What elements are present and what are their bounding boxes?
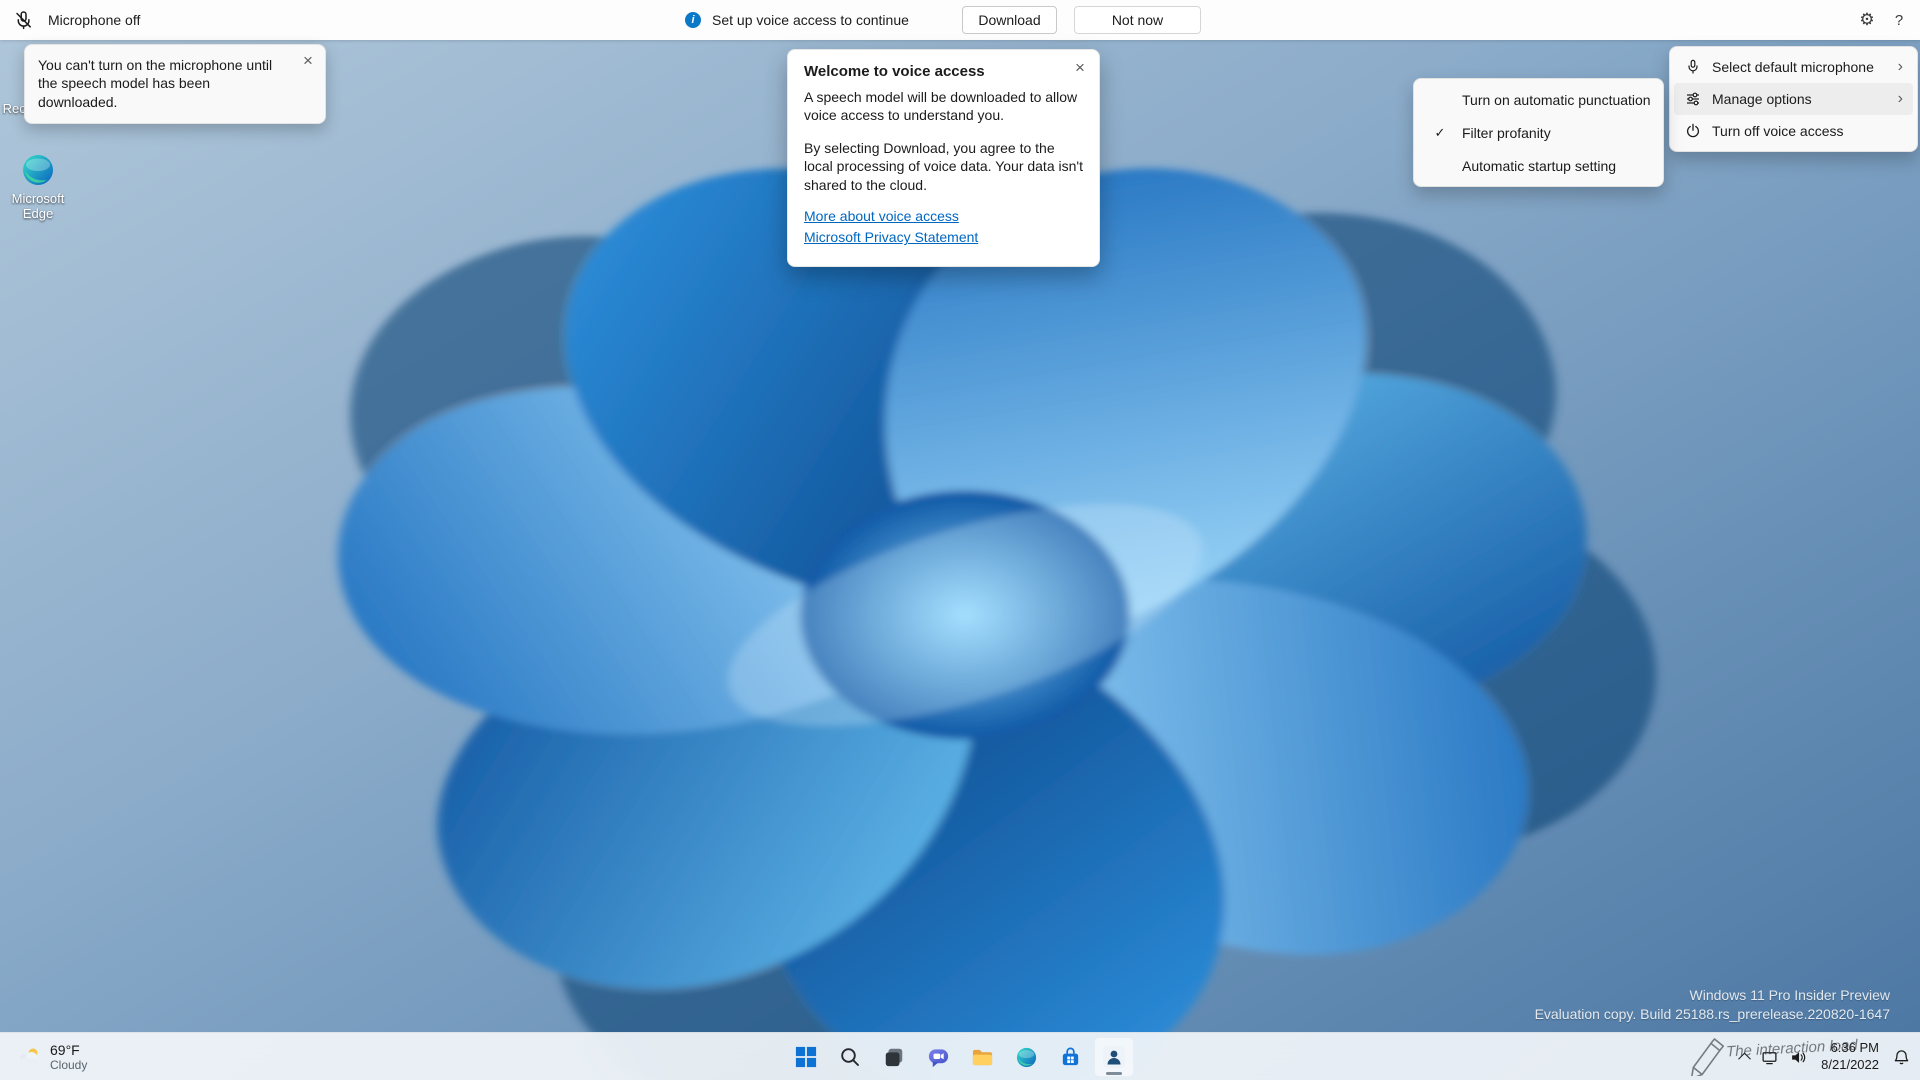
download-button[interactable]: Download <box>962 6 1057 34</box>
submenu-item-automatic-startup[interactable]: Automatic startup setting <box>1418 149 1659 182</box>
dialog-paragraph-2: By selecting Download, you agree to the … <box>804 139 1083 193</box>
start-button[interactable] <box>786 1037 826 1077</box>
voice-access-person-icon <box>1103 1046 1125 1068</box>
weather-temperature: 69°F <box>50 1042 80 1058</box>
watermark-line1: Windows 11 Pro Insider Preview <box>1689 987 1890 1004</box>
submenu-item-label: Automatic startup setting <box>1462 157 1617 174</box>
chat-button[interactable] <box>918 1037 958 1077</box>
task-view-button[interactable] <box>874 1037 914 1077</box>
more-about-voice-access-link[interactable]: More about voice access <box>804 208 1083 224</box>
pencil-sketch-icon <box>1690 1038 1725 1076</box>
info-icon: i <box>685 12 701 28</box>
evaluation-watermark: Windows 11 Pro Insider Preview Evaluatio… <box>1535 986 1890 1024</box>
voice-access-bar: Microphone off i Set up voice access to … <box>0 0 1920 40</box>
submenu-item-label: Filter profanity <box>1462 124 1551 141</box>
microphone-muted-icon[interactable] <box>8 6 38 34</box>
dialog-paragraph-1: A speech model will be downloaded to all… <box>804 89 1078 124</box>
voice-access-app-button[interactable] <box>1094 1037 1134 1077</box>
edge-desktop-icon <box>23 155 53 185</box>
desktop: Recycle Bin Microsoft Edge Windows 11 Pr… <box>0 0 1920 1080</box>
menu-item-label: Manage options <box>1712 91 1812 107</box>
mic-tooltip-text: You can't turn on the microphone until t… <box>38 57 273 110</box>
menu-item-select-default-microphone[interactable]: Select default microphone › <box>1674 51 1913 83</box>
file-explorer-icon <box>972 1049 992 1065</box>
dialog-close-icon[interactable]: × <box>1069 58 1091 80</box>
bell-icon <box>1894 1049 1909 1064</box>
task-view-icon <box>885 1048 903 1067</box>
tooltip-close-icon[interactable]: × <box>297 51 319 73</box>
mic-disabled-tooltip: You can't turn on the microphone until t… <box>24 44 326 125</box>
desktop-icon-microsoft-edge[interactable]: Microsoft Edge <box>0 152 81 222</box>
tray-date: 8/21/2022 <box>1821 1057 1879 1072</box>
sliders-icon <box>1684 91 1702 107</box>
running-app-indicator <box>1106 1072 1122 1075</box>
voice-access-settings-menu: Select default microphone › Manage optio… <box>1669 46 1918 152</box>
submenu-item-filter-profanity[interactable]: ✓ Filter profanity <box>1418 116 1659 149</box>
store-icon <box>1062 1047 1078 1065</box>
welcome-voice-access-dialog: Welcome to voice access × A speech model… <box>787 49 1100 268</box>
submenu-item-automatic-punctuation[interactable]: Turn on automatic punctuation <box>1418 83 1659 116</box>
voice-access-settings-gear-icon[interactable]: ⚙ <box>1852 5 1882 35</box>
search-icon <box>841 1048 859 1066</box>
submenu-item-label: Turn on automatic punctuation <box>1462 91 1651 108</box>
watermark-line2: Evaluation copy. Build 25188.rs_prerelea… <box>1534 1006 1890 1023</box>
not-now-button[interactable]: Not now <box>1074 6 1201 34</box>
voice-access-help-icon[interactable]: ? <box>1886 5 1912 35</box>
edge-desktop-label: Microsoft Edge <box>11 191 65 221</box>
manage-options-submenu: Turn on automatic punctuation ✓ Filter p… <box>1413 78 1664 187</box>
mic-slash-icon <box>15 10 31 29</box>
edge-button[interactable] <box>1006 1037 1046 1077</box>
taskbar: 69°F Cloudy 6:36 PM 8/21/2022 <box>0 1032 1920 1080</box>
menu-item-label: Select default microphone <box>1712 59 1874 75</box>
chat-icon <box>928 1048 948 1067</box>
search-button[interactable] <box>830 1037 870 1077</box>
submenu-chevron-icon: › <box>1897 58 1903 75</box>
windows-logo-icon <box>795 1046 817 1068</box>
submenu-chevron-icon: › <box>1897 90 1903 107</box>
checkmark-icon: ✓ <box>1434 124 1446 140</box>
edge-icon <box>1016 1047 1036 1067</box>
microsoft-store-button[interactable] <box>1050 1037 1090 1077</box>
power-icon <box>1684 123 1702 139</box>
notification-center-button[interactable] <box>1887 1037 1916 1077</box>
file-explorer-button[interactable] <box>962 1037 1002 1077</box>
weather-cloudy-icon <box>20 1048 38 1065</box>
menu-item-turn-off-voice-access[interactable]: Turn off voice access <box>1674 115 1913 147</box>
privacy-statement-link[interactable]: Microsoft Privacy Statement <box>804 229 1083 245</box>
taskbar-center-icons <box>784 1033 1136 1080</box>
menu-item-manage-options[interactable]: Manage options › <box>1674 83 1913 115</box>
dialog-title: Welcome to voice access <box>804 63 985 80</box>
microphone-icon <box>1684 59 1702 75</box>
setup-message: Set up voice access to continue <box>712 12 909 28</box>
menu-item-label: Turn off voice access <box>1712 123 1844 139</box>
weather-widget[interactable]: 69°F Cloudy <box>6 1033 97 1080</box>
mic-status-text: Microphone off <box>48 12 141 28</box>
weather-condition: Cloudy <box>50 1058 88 1072</box>
